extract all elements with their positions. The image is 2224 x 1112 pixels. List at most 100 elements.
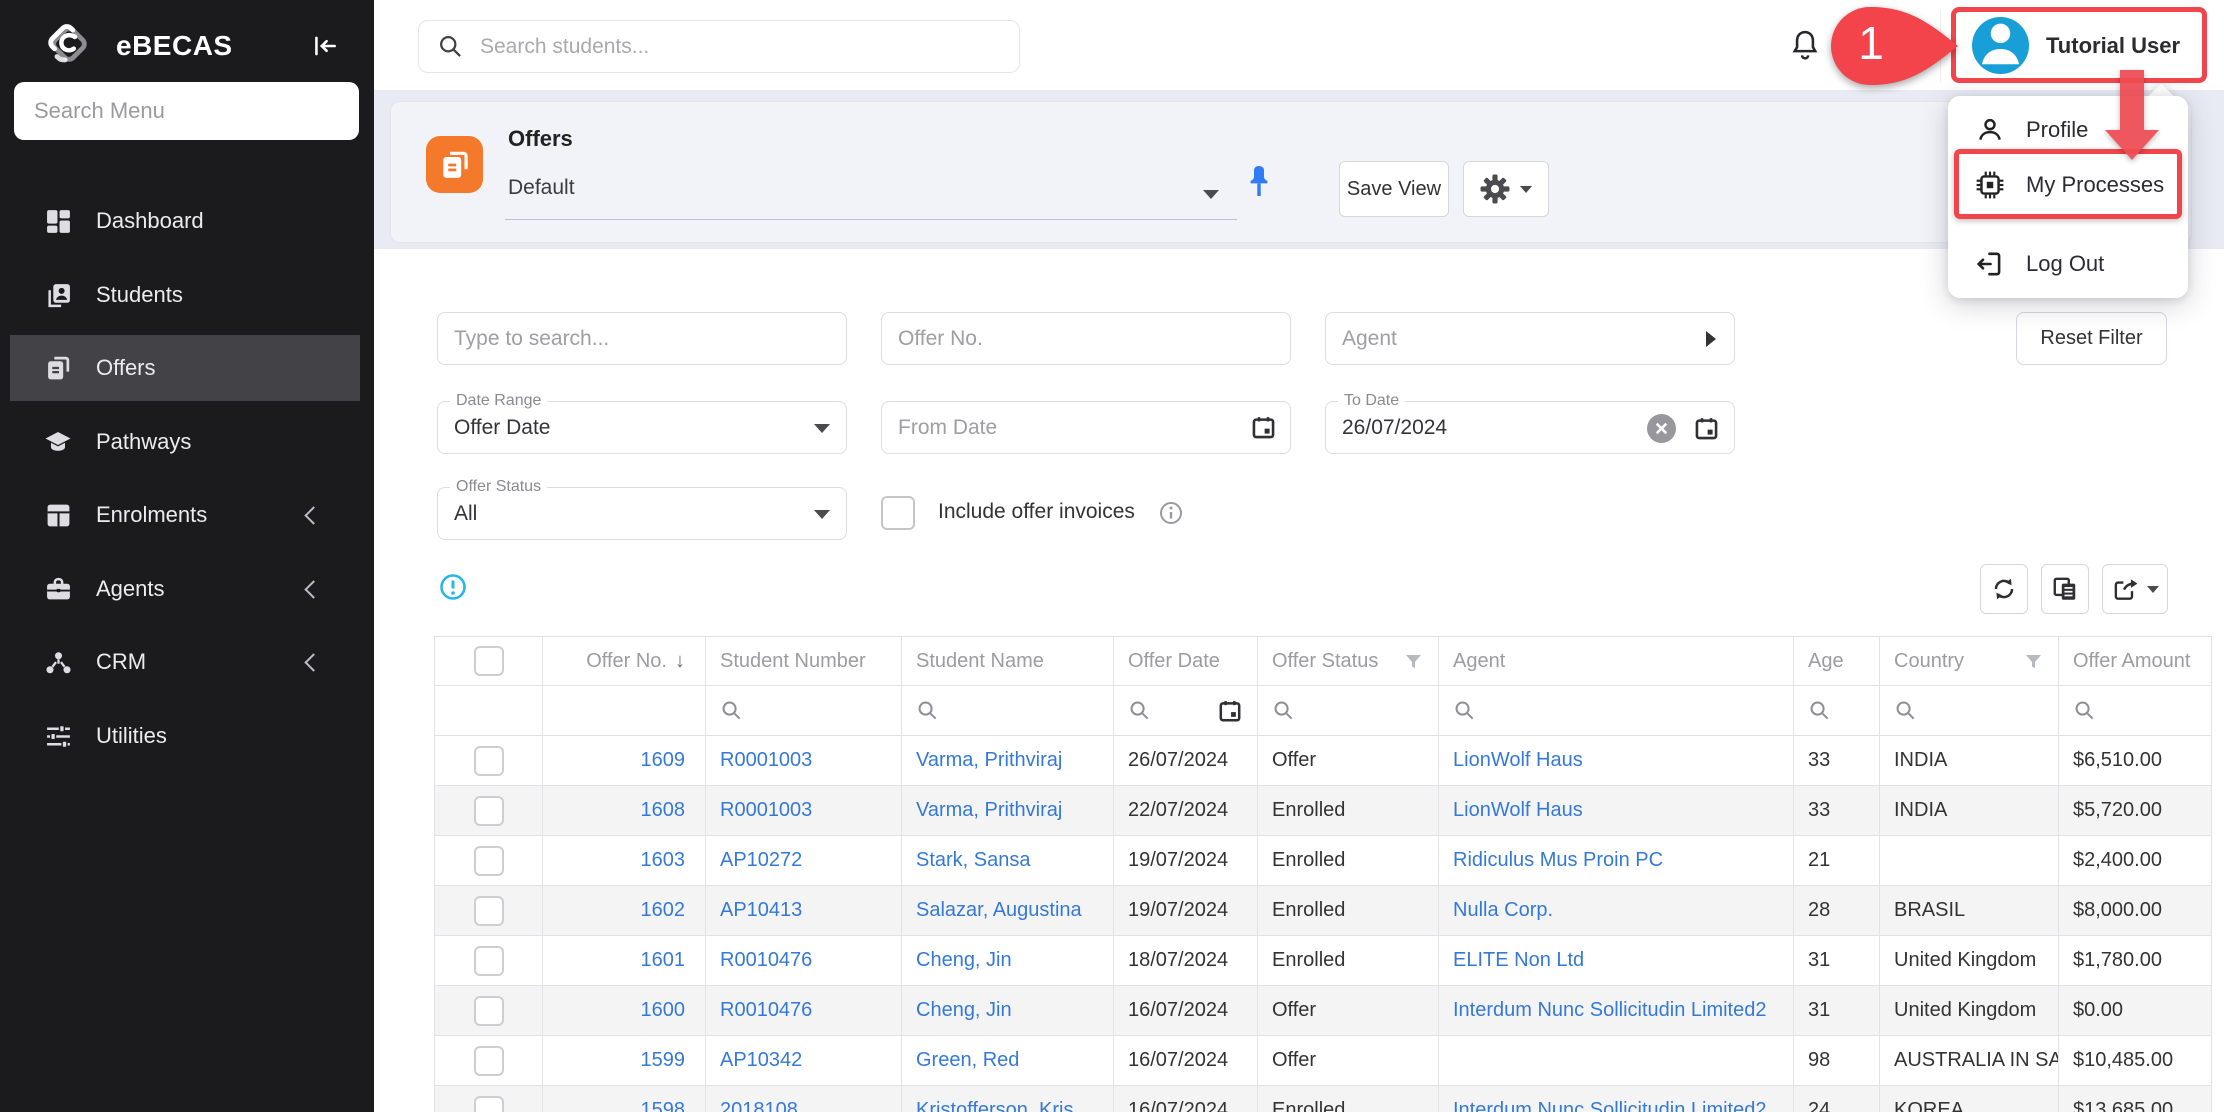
filter-funnel-icon[interactable]: [1403, 651, 1424, 672]
include-offer-invoices-checkbox[interactable]: [881, 496, 915, 530]
offer_no-link[interactable]: 1601: [641, 949, 686, 972]
reset-filter-button[interactable]: Reset Filter: [2016, 312, 2167, 365]
column-chooser-button[interactable]: [2041, 564, 2089, 614]
column-header-offer_status[interactable]: Offer Status: [1258, 637, 1439, 685]
from-date-input[interactable]: [881, 401, 1291, 454]
sidebar-search-input[interactable]: [14, 82, 359, 140]
text-search-field[interactable]: [437, 312, 847, 365]
cell-sel[interactable]: [435, 836, 543, 885]
text-search-input[interactable]: [437, 312, 847, 365]
column-header-offer_date[interactable]: Offer Date: [1114, 637, 1258, 685]
filter-cell-offer_amount[interactable]: [2059, 686, 2212, 735]
filter-cell-offer_date[interactable]: [1114, 686, 1258, 735]
row-checkbox[interactable]: [474, 946, 504, 976]
offer_no-link[interactable]: 1609: [641, 749, 686, 772]
sidebar-item-students[interactable]: Students: [10, 262, 360, 328]
clear-date-icon[interactable]: [1647, 414, 1676, 443]
agent-lookup-field[interactable]: Agent: [1325, 312, 1735, 365]
cell-sel[interactable]: [435, 786, 543, 835]
user-avatar[interactable]: [1972, 17, 2029, 74]
agent-link[interactable]: Interdum Nunc Sollicitudin Limited2: [1453, 999, 1767, 1022]
menu-item-profile[interactable]: Profile: [1948, 104, 2188, 156]
student_name-link[interactable]: Cheng, Jin: [916, 999, 1012, 1022]
student_name-link[interactable]: Green, Red: [916, 1049, 1019, 1072]
cell-sel[interactable]: [435, 736, 543, 785]
column-header-offer_no[interactable]: Offer No.↓: [543, 637, 706, 685]
student_number-link[interactable]: R0001003: [720, 749, 812, 772]
cell-sel[interactable]: [435, 936, 543, 985]
agent-link[interactable]: Nulla Corp.: [1453, 899, 1553, 922]
notifications-bell-icon[interactable]: [1788, 27, 1822, 70]
date-range-select[interactable]: Date Range Offer Date: [437, 401, 847, 454]
column-header-age[interactable]: Age: [1794, 637, 1880, 685]
agent-link[interactable]: LionWolf Haus: [1453, 749, 1583, 772]
menu-item-my-processes[interactable]: My Processes: [1948, 156, 2188, 214]
filter-cell-agent[interactable]: [1439, 686, 1794, 735]
table-row[interactable]: 1601R0010476Cheng, Jin18/07/2024Enrolled…: [435, 936, 2212, 986]
filter-cell-student_name[interactable]: [902, 686, 1114, 735]
student_name-link[interactable]: Kristofferson, Kris: [916, 1099, 1073, 1112]
table-row[interactable]: 1609R0001003Varma, Prithviraj26/07/2024O…: [435, 736, 2212, 786]
sidebar-item-enrolments[interactable]: Enrolments: [10, 482, 360, 548]
table-row[interactable]: 1600R0010476Cheng, Jin16/07/2024OfferInt…: [435, 986, 2212, 1036]
sidebar-item-agents[interactable]: Agents: [10, 556, 360, 622]
row-checkbox[interactable]: [474, 846, 504, 876]
row-checkbox[interactable]: [474, 746, 504, 776]
offer-no-input[interactable]: [881, 312, 1291, 365]
table-row[interactable]: 1608R0001003Varma, Prithviraj22/07/2024E…: [435, 786, 2212, 836]
student_name-link[interactable]: Salazar, Augustina: [916, 899, 1082, 922]
pin-view-icon[interactable]: [1243, 162, 1275, 213]
agent-link[interactable]: ELITE Non Ltd: [1453, 949, 1584, 972]
offer_no-link[interactable]: 1608: [641, 799, 686, 822]
student_number-link[interactable]: 2018108: [720, 1099, 798, 1112]
table-row[interactable]: 1599AP10342Green, Red16/07/2024Offer98AU…: [435, 1036, 2212, 1086]
cell-sel[interactable]: [435, 1086, 543, 1112]
grid-notice-icon[interactable]: [438, 572, 468, 607]
student_name-link[interactable]: Varma, Prithviraj: [916, 749, 1062, 772]
sidebar-item-offers[interactable]: Offers: [10, 335, 360, 401]
sidebar-item-crm[interactable]: CRM: [10, 629, 360, 695]
student-search-input[interactable]: [478, 34, 1001, 60]
to-date-field[interactable]: To Date 26/07/2024: [1325, 401, 1735, 454]
row-checkbox[interactable]: [474, 1096, 504, 1112]
student_number-link[interactable]: AP10413: [720, 899, 802, 922]
column-header-country[interactable]: Country: [1880, 637, 2059, 685]
column-header-offer_amount[interactable]: Offer Amount: [2059, 637, 2212, 685]
filter-cell-student_number[interactable]: [706, 686, 902, 735]
calendar-icon[interactable]: [1250, 414, 1277, 446]
student_number-link[interactable]: R0001003: [720, 799, 812, 822]
user-menu-button[interactable]: Tutorial User: [2046, 17, 2206, 74]
row-checkbox[interactable]: [474, 996, 504, 1026]
cell-sel[interactable]: [435, 1036, 543, 1085]
offer_no-link[interactable]: 1599: [641, 1049, 686, 1072]
filter-cell-offer_status[interactable]: [1258, 686, 1439, 735]
info-icon[interactable]: [1158, 500, 1184, 531]
student_name-link[interactable]: Varma, Prithviraj: [916, 799, 1062, 822]
from-date-field[interactable]: [881, 401, 1291, 454]
view-selector-value[interactable]: Default: [508, 176, 575, 200]
refresh-button[interactable]: [1980, 564, 2028, 614]
menu-item-log-out[interactable]: Log Out: [1948, 238, 2188, 290]
row-checkbox[interactable]: [474, 796, 504, 826]
student_number-link[interactable]: R0010476: [720, 949, 812, 972]
student_name-link[interactable]: Stark, Sansa: [916, 849, 1031, 872]
student_name-link[interactable]: Cheng, Jin: [916, 949, 1012, 972]
column-header-agent[interactable]: Agent: [1439, 637, 1794, 685]
table-row[interactable]: 1603AP10272Stark, Sansa19/07/2024Enrolle…: [435, 836, 2212, 886]
student_number-link[interactable]: AP10342: [720, 1049, 802, 1072]
column-header-sel[interactable]: [435, 637, 543, 685]
filter-cell-country[interactable]: [1880, 686, 2059, 735]
agent-link[interactable]: Interdum Nunc Sollicitudin Limited2: [1453, 1099, 1767, 1112]
select-all-checkbox[interactable]: [474, 646, 504, 676]
filter-funnel-icon[interactable]: [2023, 651, 2044, 672]
offer-status-select[interactable]: Offer Status All: [437, 487, 847, 540]
view-settings-button[interactable]: [1463, 161, 1549, 217]
row-checkbox[interactable]: [474, 1046, 504, 1076]
offer_no-link[interactable]: 1602: [641, 899, 686, 922]
sidebar-item-dashboard[interactable]: Dashboard: [10, 188, 360, 254]
filter-cell-age[interactable]: [1794, 686, 1880, 735]
table-row[interactable]: 1602AP10413Salazar, Augustina19/07/2024E…: [435, 886, 2212, 936]
offer_no-link[interactable]: 1600: [641, 999, 686, 1022]
column-header-student_number[interactable]: Student Number: [706, 637, 902, 685]
calendar-icon[interactable]: [1217, 698, 1243, 724]
